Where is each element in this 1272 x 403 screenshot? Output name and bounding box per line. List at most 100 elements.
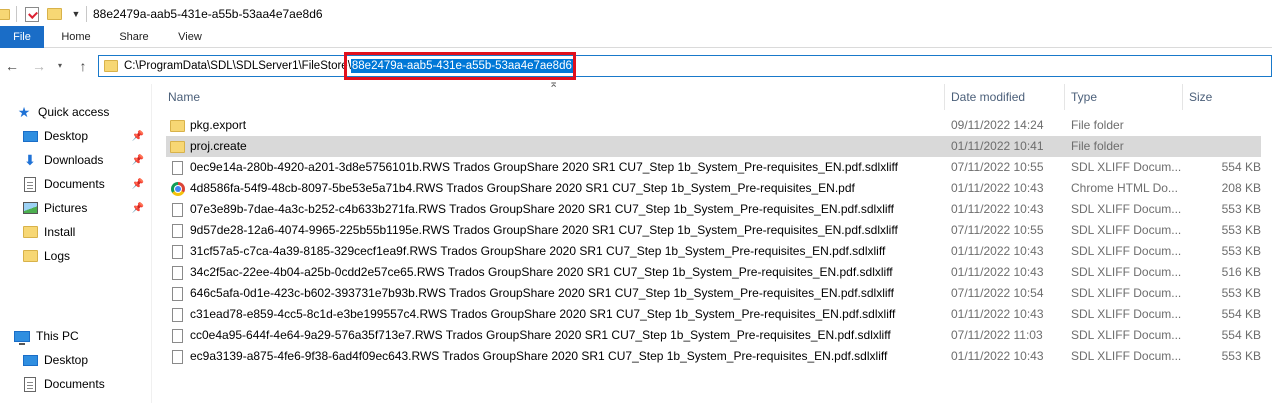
back-arrow-icon[interactable]: ← xyxy=(3,57,21,75)
properties-icon[interactable] xyxy=(25,6,39,22)
file-name: proj.create xyxy=(190,139,247,153)
sidebar-item-label: Pictures xyxy=(44,201,88,215)
sidebar-item-label: Quick access xyxy=(38,105,110,119)
pictures-icon xyxy=(22,202,38,214)
pin-icon: 📌 xyxy=(131,202,144,214)
file-row[interactable]: cc0e4a95-644f-4e64-9a29-576a35f713e7.RWS… xyxy=(166,325,1261,346)
file-date-modified: 01/11/2022 10:43 xyxy=(951,307,1044,321)
file-type: SDL XLIFF Docum... xyxy=(1071,160,1182,174)
sidebar-item-label: Desktop xyxy=(44,129,89,143)
navigation-pane: ★ Quick access Desktop 📌 ⬇ Downloads 📌 D… xyxy=(0,84,152,403)
customize-dropdown-icon[interactable]: ▼ xyxy=(68,9,84,19)
tab-file[interactable]: File xyxy=(0,26,44,48)
desktop-icon xyxy=(22,130,38,142)
file-size: 554 KB xyxy=(1221,160,1261,174)
address-path: C:\ProgramData\SDL\SDLServer1\FileStore\ xyxy=(124,60,351,72)
file-row[interactable]: 07e3e89b-7dae-4a3c-b252-c4b633b271fa.RWS… xyxy=(166,199,1261,220)
file-name: pkg.export xyxy=(190,118,247,132)
file-type: File folder xyxy=(1071,139,1124,153)
file-row[interactable]: 0ec9e14a-280b-4920-a201-3d8e5756101b.RWS… xyxy=(166,157,1261,178)
file-type: SDL XLIFF Docum... xyxy=(1071,223,1182,237)
file-type: SDL XLIFF Docum... xyxy=(1071,328,1182,342)
sidebar-item-logs[interactable]: Logs xyxy=(22,244,150,268)
column-header-type[interactable]: Type xyxy=(1065,84,1183,110)
file-row[interactable]: ec9a3139-a875-4fe6-9f38-6ad4f09ec643.RWS… xyxy=(166,346,1261,367)
toolbar-separator xyxy=(16,6,17,22)
file-name: 31cf57a5-c7ca-4a39-8185-329cecf1ea9f.RWS… xyxy=(190,244,886,258)
folder-icon xyxy=(0,8,10,20)
sidebar-item-label: Documents xyxy=(44,377,105,391)
tab-share[interactable]: Share xyxy=(106,26,162,48)
folder-icon xyxy=(170,139,185,154)
file-type: File folder xyxy=(1071,118,1124,132)
sidebar-item-quick-access[interactable]: ★ Quick access xyxy=(16,100,166,124)
folder-icon xyxy=(104,60,118,72)
file-date-modified: 01/11/2022 10:43 xyxy=(951,349,1044,363)
file-size: 554 KB xyxy=(1221,328,1261,342)
file-type: SDL XLIFF Docum... xyxy=(1071,244,1182,258)
tab-view[interactable]: View xyxy=(162,26,218,48)
documents-icon xyxy=(24,376,36,392)
sidebar-item-install[interactable]: Install xyxy=(22,220,150,244)
desktop-icon xyxy=(22,354,38,366)
sidebar-item-downloads[interactable]: ⬇ Downloads 📌 xyxy=(22,148,150,172)
pin-icon: 📌 xyxy=(131,154,144,166)
file-icon xyxy=(170,349,185,364)
documents-icon xyxy=(24,176,36,192)
file-row[interactable]: 9d57de28-12a6-4074-9965-225b55b1195e.RWS… xyxy=(166,220,1261,241)
file-row[interactable]: 34c2f5ac-22ee-4b04-a25b-0cdd2e57ce65.RWS… xyxy=(166,262,1261,283)
file-row[interactable]: c31ead78-e859-4cc5-8c1d-e3be199557c4.RWS… xyxy=(166,304,1261,325)
computer-icon xyxy=(14,330,30,345)
pin-icon: 📌 xyxy=(131,130,144,142)
file-row[interactable]: 31cf57a5-c7ca-4a39-8185-329cecf1ea9f.RWS… xyxy=(166,241,1261,262)
forward-arrow-icon[interactable]: → xyxy=(30,57,48,75)
file-size xyxy=(1189,136,1261,157)
column-header-name[interactable]: Name xyxy=(162,84,944,110)
file-row[interactable]: 4d8586fa-54f9-48cb-8097-5be53e5a71b4.RWS… xyxy=(166,178,1261,199)
file-icon xyxy=(170,223,185,238)
file-type: SDL XLIFF Docum... xyxy=(1071,349,1182,363)
sidebar-item-documents[interactable]: Documents 📌 xyxy=(22,172,150,196)
file-type: SDL XLIFF Docum... xyxy=(1071,265,1182,279)
sidebar-item-pc-documents[interactable]: Documents xyxy=(22,372,150,396)
file-row[interactable]: proj.create 01/11/2022 10:41 File folder xyxy=(166,136,1261,157)
file-type: SDL XLIFF Docum... xyxy=(1071,286,1182,300)
toolbar-separator xyxy=(86,6,87,22)
address-bar[interactable]: C:\ProgramData\SDL\SDLServer1\FileStore\… xyxy=(98,55,1272,77)
file-type: SDL XLIFF Docum... xyxy=(1071,307,1182,321)
file-name: cc0e4a95-644f-4e64-9a29-576a35f713e7.RWS… xyxy=(190,328,891,342)
new-folder-icon[interactable] xyxy=(47,8,62,20)
file-size: 553 KB xyxy=(1221,202,1261,216)
address-selected-text[interactable]: 88e2479a-aab5-431e-a55b-53aa4e7ae8d6 xyxy=(350,59,573,73)
folder-icon xyxy=(22,226,38,238)
file-size: 208 KB xyxy=(1221,181,1261,195)
star-icon: ★ xyxy=(17,103,31,120)
column-header-date[interactable]: Date modified xyxy=(945,84,1065,110)
sidebar-item-this-pc[interactable]: This PC xyxy=(14,324,164,348)
file-name: 0ec9e14a-280b-4920-a201-3d8e5756101b.RWS… xyxy=(190,160,898,174)
file-icon xyxy=(170,202,185,217)
file-icon xyxy=(170,328,185,343)
file-size xyxy=(1189,115,1261,136)
file-date-modified: 01/11/2022 10:43 xyxy=(951,265,1044,279)
file-name: 34c2f5ac-22ee-4b04-a25b-0cdd2e57ce65.RWS… xyxy=(190,265,893,279)
file-icon xyxy=(170,265,185,280)
file-row[interactable]: 646c5afa-0d1e-423c-b602-393731e7b93b.RWS… xyxy=(166,283,1261,304)
sidebar-item-pictures[interactable]: Pictures 📌 xyxy=(22,196,150,220)
file-name: 646c5afa-0d1e-423c-b602-393731e7b93b.RWS… xyxy=(190,286,894,300)
file-date-modified: 07/11/2022 11:03 xyxy=(951,328,1043,342)
sidebar-item-pc-desktop[interactable]: Desktop xyxy=(22,348,150,372)
sidebar-item-desktop[interactable]: Desktop 📌 xyxy=(22,124,150,148)
file-name: c31ead78-e859-4cc5-8c1d-e3be199557c4.RWS… xyxy=(190,307,896,321)
file-date-modified: 09/11/2022 14:24 xyxy=(951,118,1044,132)
download-icon: ⬇ xyxy=(24,151,36,168)
recent-locations-chevron-icon[interactable]: ▾ xyxy=(55,57,65,75)
file-row[interactable]: pkg.export 09/11/2022 14:24 File folder xyxy=(166,115,1261,136)
column-header-size[interactable]: Size xyxy=(1183,84,1272,110)
file-icon xyxy=(170,286,185,301)
file-size: 516 KB xyxy=(1221,265,1261,279)
tab-home[interactable]: Home xyxy=(48,26,104,48)
file-date-modified: 01/11/2022 10:41 xyxy=(951,139,1044,153)
sidebar-item-label: Desktop xyxy=(44,353,89,367)
up-arrow-icon[interactable]: ↑ xyxy=(74,57,92,75)
